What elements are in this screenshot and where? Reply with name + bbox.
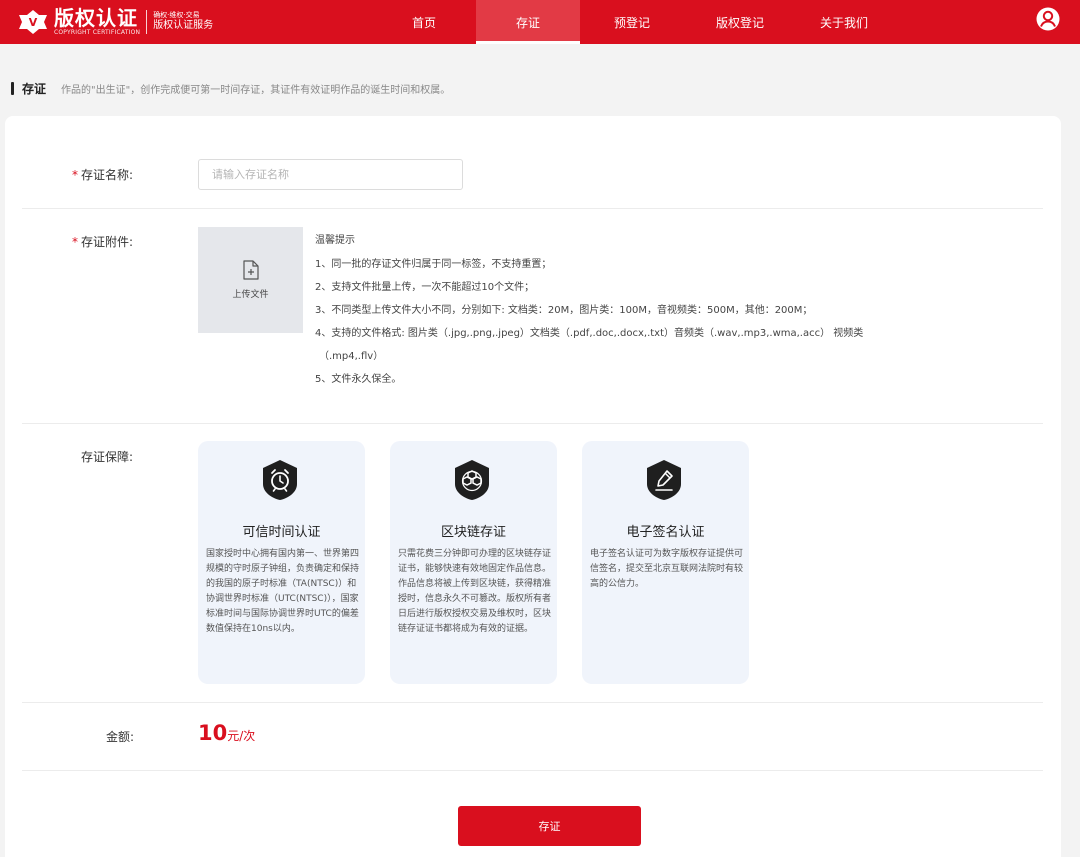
tip-item: 5、文件永久保全。 <box>315 374 402 385</box>
logo-tagline: 确权·维权·交易 <box>153 11 200 20</box>
submit-deposit-button[interactable]: 存证 <box>458 806 641 846</box>
logo-icon: V <box>19 10 47 34</box>
alarm-clock-shield-icon <box>263 460 297 500</box>
divider <box>22 423 1043 424</box>
name-label: * 存证名称: <box>72 166 133 183</box>
tip-item: 2、支持文件批量上传，一次不能超过10个文件； <box>315 282 535 293</box>
svg-text:V: V <box>29 16 38 29</box>
intro-accent-bar <box>11 82 14 95</box>
logo-title: 版权认证 <box>54 6 138 30</box>
tip-item: （.mp4,.flv） <box>319 351 384 362</box>
logo-service: 版权认证服务 <box>153 20 214 32</box>
amount-label: 金额: <box>106 730 135 744</box>
upload-file-label: 上传文件 <box>232 290 269 300</box>
amount-unit: 元/次 <box>227 729 256 743</box>
user-circle-icon[interactable] <box>1036 7 1060 31</box>
guarantee-card-e-signature: 电子签名认证 电子签名认证可为数字版权存证提供可信签名，提交至北京互联网法院时有… <box>582 441 749 684</box>
logo-divider <box>146 10 148 34</box>
required-mark: * <box>72 235 78 249</box>
name-label-text: 存证名称: <box>81 168 134 182</box>
logo[interactable]: V 版权认证 COPYRIGHT CERTIFICATION 确权·维权·交易 … <box>18 6 213 38</box>
nav-copyright-registration[interactable]: 版权登记 <box>688 0 792 44</box>
tip-item: 4、支持的文件格式: 图片类（.jpg,.png,.jpeg）文档类（.pdf,… <box>315 328 864 339</box>
required-mark: * <box>72 168 78 182</box>
page-description: 作品的"出生证"，创作完成便可第一时间存证，其证件有效证明作品的诞生时间和权属。 <box>61 85 451 96</box>
guarantee-description: 只需花费三分钟即可办理的区块链存证证书，能够快速有效地固定作品信息。作品信息将被… <box>398 549 552 634</box>
guarantee-title: 电子签名认证 <box>626 525 705 540</box>
logo-subtitle: COPYRIGHT CERTIFICATION <box>54 29 141 36</box>
top-header: V 版权认证 COPYRIGHT CERTIFICATION 确权·维权·交易 … <box>0 0 1080 44</box>
file-plus-icon <box>242 260 259 280</box>
deposit-name-input[interactable] <box>198 159 463 190</box>
guarantee-description: 国家授时中心拥有国内第一、世界第四规模的守时原子钟组，负责确定和保持的我国的原子… <box>206 549 360 634</box>
signature-pen-shield-icon <box>647 460 681 500</box>
divider <box>22 702 1043 703</box>
divider <box>22 208 1043 209</box>
nav-home[interactable]: 首页 <box>372 0 476 44</box>
guarantee-card-trusted-time: 可信时间认证 国家授时中心拥有国内第一、世界第四规模的守时原子钟组，负责确定和保… <box>198 441 365 684</box>
attachment-label-text: 存证附件: <box>81 235 134 249</box>
nav-deposit[interactable]: 存证 <box>476 0 580 44</box>
tip-item: 1、同一批的存证文件归属于同一标签，不支持重置； <box>315 259 552 270</box>
attachment-label: * 存证附件: <box>72 233 133 250</box>
tip-item: 3、不同类型上传文件大小不同，分别如下: 文档类：20M，图片类：100M，音视… <box>315 305 813 316</box>
nav-about-us[interactable]: 关于我们 <box>792 0 896 44</box>
amount-number: 10 <box>198 721 228 745</box>
blockchain-shield-icon <box>455 460 489 500</box>
guarantee-title: 可信时间认证 <box>242 525 321 540</box>
guarantee-title: 区块链存证 <box>440 525 506 540</box>
divider <box>22 770 1043 771</box>
guarantee-label: 存证保障: <box>81 450 134 464</box>
upload-file-button[interactable]: 上传文件 <box>198 227 303 333</box>
amount-value: 10元/次 <box>198 721 255 745</box>
guarantee-description: 电子签名认证可为数字版权存证提供可信签名，提交至北京互联网法院时有较高的公信力。 <box>590 549 744 589</box>
nav-pre-registration[interactable]: 预登记 <box>580 0 684 44</box>
guarantee-card-blockchain: 区块链存证 只需花费三分钟即可办理的区块链存证证书，能够快速有效地固定作品信息。… <box>390 441 557 684</box>
tips-title: 温馨提示 <box>315 235 355 246</box>
page-title: 存证 <box>22 82 47 96</box>
